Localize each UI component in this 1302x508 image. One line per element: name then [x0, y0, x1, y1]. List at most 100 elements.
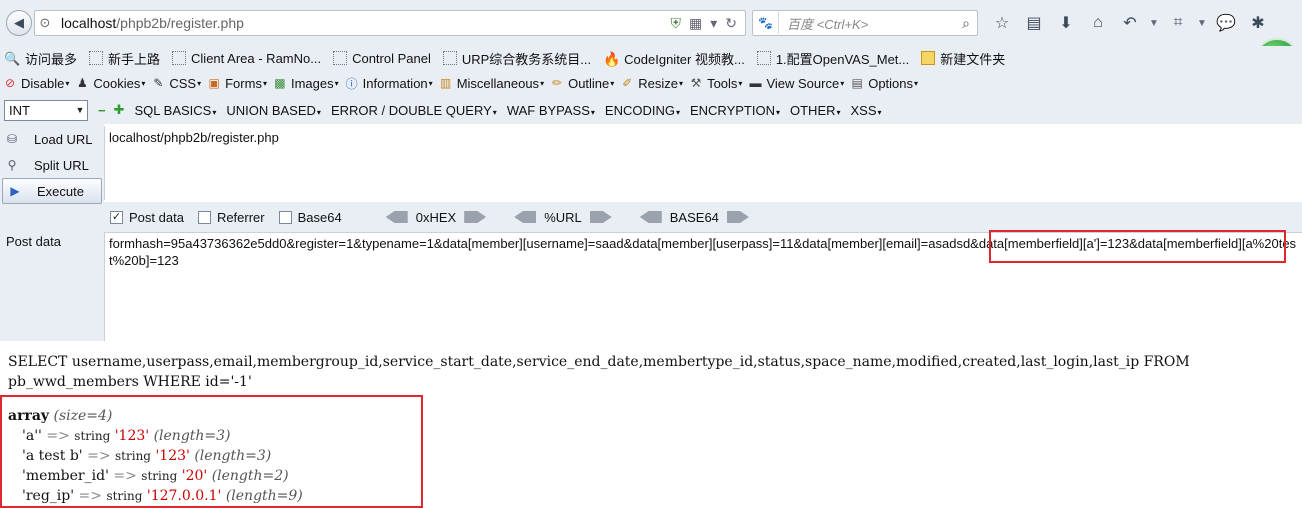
- baidu-engine-icon[interactable]: 🐾: [753, 12, 779, 34]
- arrow-right-icon[interactable]: [726, 211, 749, 223]
- crop-icon[interactable]: ⌗: [1162, 12, 1194, 34]
- navigation-bar: ◀ ⊙ localhost/phpb2b/register.php ⛨ ▦ ▾ …: [0, 0, 1302, 46]
- wd-information-menu[interactable]: ⓘ Information ▾: [344, 75, 433, 91]
- dump-row: 'member_id' => string '20' (length=2): [22, 468, 289, 484]
- dump-row: 'reg_ip' => string '127.0.0.1' (length=9…: [22, 488, 303, 504]
- download-icon[interactable]: ⬇: [1050, 12, 1082, 34]
- menu-other[interactable]: OTHER▾: [790, 103, 841, 118]
- url-bar[interactable]: ⊙ localhost/phpb2b/register.php ⛨ ▦ ▾ ↻: [34, 10, 746, 36]
- web-developer-toolbar: ⊘ Disable ▾ ♟ Cookies ▾ ✎ CSS ▾ ▣ Forms ▾ ▩ Image…: [0, 70, 1302, 96]
- wd-forms-menu[interactable]: ▣ Forms ▾: [206, 75, 267, 91]
- wd-options-menu[interactable]: ▤ Options ▾: [849, 75, 919, 91]
- type-select[interactable]: INT ▼: [4, 99, 88, 121]
- menu-waf-bypass[interactable]: WAF BYPASS▾: [507, 103, 595, 118]
- bookmark-item[interactable]: 🔍 访问最多: [4, 49, 77, 68]
- wd-cookies-menu[interactable]: ♟ Cookies ▾: [74, 75, 145, 91]
- wd-disable-menu[interactable]: ⊘ Disable ▾: [2, 75, 69, 91]
- resize-icon: ✐: [622, 76, 633, 90]
- info-icon: ⓘ: [345, 76, 358, 91]
- execute-button[interactable]: ▶ Execute: [2, 178, 102, 204]
- back-button-icon[interactable]: ◀: [6, 10, 32, 36]
- checkmark-icon: ✓: [110, 210, 123, 224]
- tools-icon: ⚒: [690, 76, 702, 90]
- reading-list-icon[interactable]: ▤: [1018, 12, 1050, 34]
- undo-icon[interactable]: ↶: [1114, 12, 1146, 34]
- dropdown-icon[interactable]: ▾: [710, 15, 717, 32]
- hackbar-side-buttons: ⛁ Load URL ⚲ Split URL ▶ Execute: [0, 124, 104, 341]
- bookmark-item[interactable]: 1.配置OpenVAS_Met...: [756, 49, 909, 68]
- menu-encryption[interactable]: ENCRYPTION▾: [690, 103, 780, 118]
- wd-css-menu[interactable]: ✎ CSS ▾: [150, 75, 201, 91]
- crop-dropdown-icon[interactable]: ▼: [1194, 12, 1210, 34]
- hackbar-options: ✓ Post data Referrer Base64 0xHEX %URL BA…: [104, 202, 1302, 232]
- base64-encode-control[interactable]: BASE64: [639, 210, 749, 225]
- wd-view-source-menu[interactable]: ▬ View Source ▾: [747, 75, 844, 91]
- folder-icon: [921, 51, 936, 65]
- post-data-label: Post data: [6, 234, 61, 249]
- url-textarea[interactable]: localhost/phpb2b/register.php: [104, 126, 1302, 200]
- base64-checkbox[interactable]: Base64: [278, 210, 342, 225]
- bookmark-item[interactable]: 🔥 CodeIgniter 视频教...: [603, 49, 745, 68]
- source-icon: ▬: [749, 76, 762, 90]
- split-icon: ⚲: [7, 158, 17, 172]
- split-url-button[interactable]: ⚲ Split URL: [0, 152, 104, 178]
- hex-encode-control[interactable]: 0xHEX: [385, 210, 487, 225]
- plus-icon[interactable]: ✚: [114, 102, 125, 118]
- forms-icon: ▣: [208, 76, 220, 90]
- shield-icon[interactable]: ⛨: [671, 15, 682, 32]
- arrow-left-icon[interactable]: [514, 211, 537, 223]
- dump-row: 'a test b' => string '123' (length=3): [22, 448, 272, 464]
- wd-outline-menu[interactable]: ✏ Outline ▾: [549, 75, 614, 91]
- minus-icon[interactable]: −: [98, 103, 106, 118]
- reload-icon[interactable]: ↻: [725, 15, 737, 32]
- css-icon: ✎: [153, 76, 164, 90]
- dump-row: 'a'' => string '123' (length=3): [22, 428, 231, 444]
- bug-icon[interactable]: ✱: [1242, 12, 1274, 34]
- url-text[interactable]: localhost/phpb2b/register.php: [55, 15, 671, 31]
- home-icon[interactable]: ⌂: [1082, 12, 1114, 34]
- wd-images-menu[interactable]: ▩ Images ▾: [272, 75, 338, 91]
- codeigniter-icon: 🔥: [603, 51, 621, 67]
- bookmark-item[interactable]: 新建文件夹: [921, 49, 1005, 68]
- arrow-left-icon[interactable]: [385, 211, 408, 223]
- arrow-right-icon[interactable]: [464, 211, 487, 223]
- arrow-left-icon[interactable]: [639, 211, 662, 223]
- bookmark-item[interactable]: Client Area - RamNo...: [172, 51, 321, 66]
- outline-icon: ✏: [552, 76, 563, 90]
- bookmark-item[interactable]: URP综合教务系统目...: [442, 49, 591, 68]
- search-icon[interactable]: ⌕: [955, 15, 977, 32]
- page-icon: [333, 51, 348, 65]
- menu-sql-basics[interactable]: SQL BASICS▾: [135, 103, 217, 118]
- chat-icon[interactable]: 💬: [1210, 12, 1242, 34]
- load-icon: ⛁: [6, 132, 18, 146]
- page-icon: [89, 51, 104, 65]
- bookmark-star-icon[interactable]: ☆: [986, 12, 1018, 34]
- bookmark-item[interactable]: Control Panel: [333, 51, 431, 66]
- load-url-button[interactable]: ⛁ Load URL: [0, 126, 104, 152]
- post-data-checkbox[interactable]: ✓ Post data: [110, 210, 184, 225]
- highlight-box: [989, 230, 1286, 263]
- page-info-icon[interactable]: ⊙: [35, 15, 55, 31]
- misc-icon: ▥: [440, 76, 452, 90]
- wd-misc-menu[interactable]: ▥ Miscellaneous ▾: [438, 75, 544, 91]
- referrer-checkbox[interactable]: Referrer: [197, 210, 265, 225]
- search-input[interactable]: 百度 <Ctrl+K>: [779, 14, 955, 33]
- bookmark-item[interactable]: 新手上路: [89, 49, 160, 68]
- menu-xss[interactable]: XSS▾: [851, 103, 882, 118]
- wd-tools-menu[interactable]: ⚒ Tools ▾: [688, 75, 743, 91]
- page-icon: [442, 51, 457, 65]
- arrow-right-icon[interactable]: [589, 211, 612, 223]
- menu-encoding[interactable]: ENCODING▾: [605, 103, 680, 118]
- qr-code-icon[interactable]: ▦: [689, 15, 702, 32]
- undo-dropdown-icon[interactable]: ▼: [1146, 12, 1162, 34]
- var-dump-output: array (size=4) 'a'' => string '123' (len…: [8, 408, 303, 504]
- menu-error-double-query[interactable]: ERROR / DOUBLE QUERY▾: [331, 103, 497, 118]
- wd-resize-menu[interactable]: ✐ Resize ▾: [619, 75, 683, 91]
- url-encode-control[interactable]: %URL: [514, 210, 612, 225]
- bookmarks-bar: 🔍 访问最多 新手上路 Client Area - RamNo... Contro…: [0, 46, 1302, 70]
- images-icon: ▩: [274, 76, 286, 90]
- search-bar[interactable]: 🐾 百度 <Ctrl+K> ⌕: [752, 10, 978, 36]
- page-icon: [756, 51, 771, 65]
- menu-union-based[interactable]: UNION BASED▾: [226, 103, 321, 118]
- disable-icon: ⊘: [4, 76, 16, 90]
